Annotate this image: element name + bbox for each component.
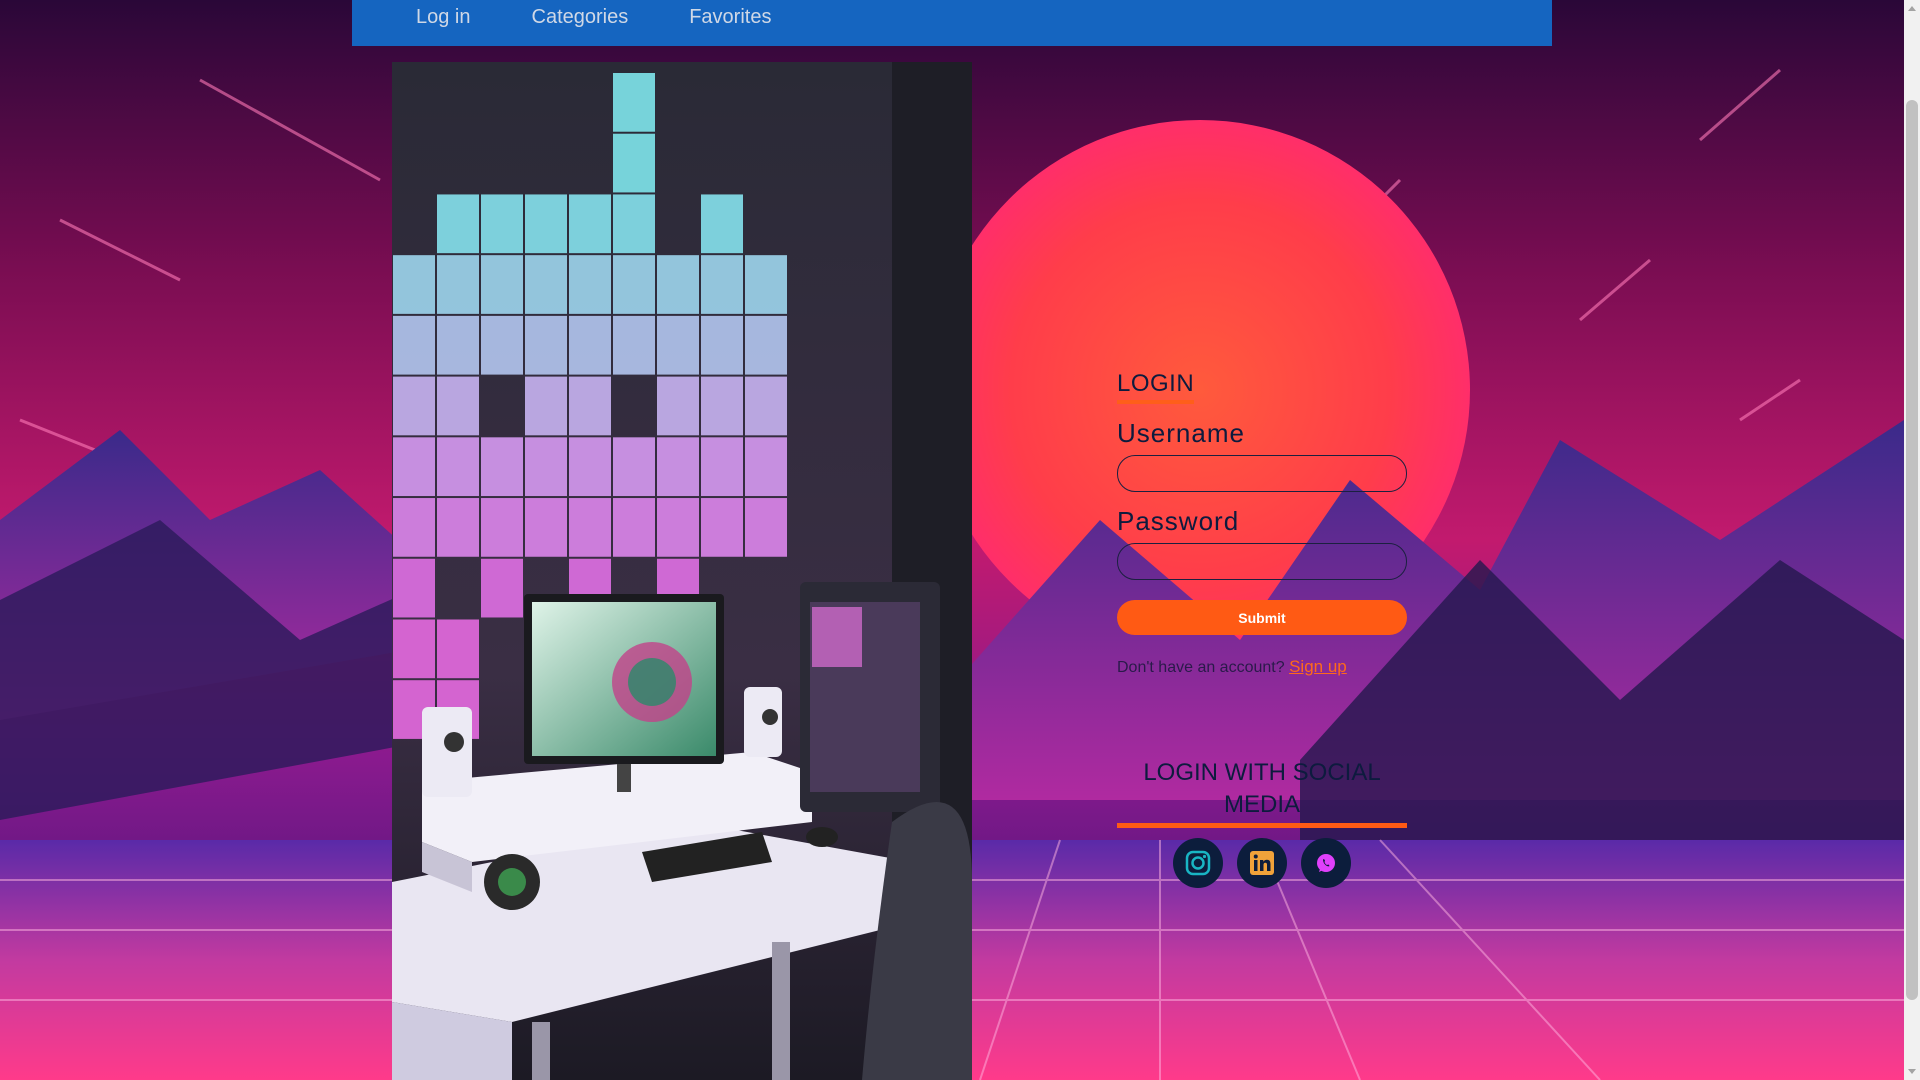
wall-light-tile [525,255,567,314]
wall-light-tile [481,315,523,375]
wall-light-tile [701,315,743,375]
wall-light-tile [613,437,655,497]
instagram-icon [1185,850,1211,876]
wall-light-tile [393,255,435,314]
wall-light-tile [393,437,435,497]
wall-light-tile [745,376,787,436]
wall-light-tile [437,498,479,557]
wall-light-tile [525,498,567,557]
wall-light-tile [569,437,611,497]
linkedin-icon [1250,851,1274,875]
wall-light-tile [481,437,523,497]
password-input[interactable] [1117,543,1407,580]
nav-link-log-in[interactable]: Log in [416,6,471,29]
social-icons [1117,838,1407,888]
vertical-scrollbar[interactable] [1904,0,1920,1080]
whatsapp-button[interactable] [1301,838,1351,888]
wall-light-tile [657,498,699,557]
wall-light-tile [437,619,479,679]
wall-light-tile [745,437,787,497]
wall-light-tile [481,194,523,254]
wall-light-tile [393,558,435,618]
wall-light-tile [569,255,611,314]
wall-light-tile [613,133,655,193]
wall-light-tile [657,376,699,436]
wall-light-tile [613,194,655,254]
wall-light-tile [437,255,479,314]
nav-link-favorites[interactable]: Favorites [689,6,771,29]
instagram-button[interactable] [1173,838,1223,888]
username-input[interactable] [1117,455,1407,492]
login-form: LOGIN Username Password Submit Don't hav… [1117,370,1407,888]
wall-light-tile [701,437,743,497]
wall-light-tile [393,315,435,375]
whatsapp-icon [1317,854,1335,872]
wall-light-tile [569,498,611,557]
wall-light-tile [481,255,523,314]
wall-light-tile [745,255,787,314]
wall-light-tile [437,194,479,254]
wall-light-tile [701,376,743,436]
submit-button[interactable]: Submit [1117,600,1407,635]
wall-light-tile [657,315,699,375]
password-label: Password [1117,506,1240,536]
wall-light-tile [745,315,787,375]
nav-link-categories[interactable]: Categories [532,6,629,29]
wall-light-tile [437,437,479,497]
gaming-setup-photo [392,62,972,1080]
username-label: Username [1117,418,1245,448]
wall-light-tile [613,315,655,375]
scrollbar-thumb[interactable] [1906,100,1918,1000]
wall-light-tile [613,498,655,557]
login-title: LOGIN [1117,370,1195,404]
wall-light-tile [437,315,479,375]
wall-light-tile [525,376,567,436]
wall-light-tile [393,498,435,557]
wall-light-tile [525,437,567,497]
wall-light-tile [525,315,567,375]
signup-link[interactable]: Sign up [1289,657,1347,676]
wall-light-tile [437,376,479,436]
signup-prompt: Don't have an account? [1117,659,1285,676]
wall-light-tile [569,376,611,436]
wall-light-tile [481,498,523,557]
wall-light-tile [657,255,699,314]
wall-light-tile [701,498,743,557]
wall-light-tile [745,498,787,557]
wall-light-tile [525,194,567,254]
wall-light-tile [569,194,611,254]
wall-light-tile [613,73,655,132]
signup-line: Don't have an account? Sign up [1117,657,1407,677]
top-navbar: Log in Categories Favorites [352,0,1552,46]
wall-light-tile [393,376,435,436]
wall-light-tile [657,437,699,497]
wall-light-tile [393,619,435,679]
wall-light-tile [569,315,611,375]
scroll-down-arrow-icon[interactable] [1908,1069,1916,1074]
wall-light-tile [701,194,743,254]
wall-light-tile [613,255,655,314]
scroll-up-arrow-icon[interactable] [1908,6,1916,11]
wall-light-tile [701,255,743,314]
linkedin-button[interactable] [1237,838,1287,888]
social-login-title: LOGIN WITH SOCIAL MEDIA [1117,757,1407,828]
wall-light-tile [481,558,523,618]
gaming-setup-illustration [392,62,972,1080]
